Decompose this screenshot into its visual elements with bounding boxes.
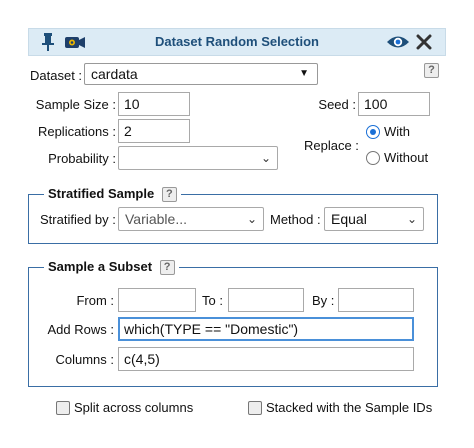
to-label: To : bbox=[202, 293, 223, 308]
seed-label: Seed : bbox=[318, 97, 356, 112]
dataset-label: Dataset : bbox=[30, 68, 83, 83]
subset-legend-text: Sample a Subset bbox=[48, 259, 153, 274]
chevron-down-icon: ⌄ bbox=[246, 212, 257, 226]
replace-label: Replace : bbox=[304, 138, 359, 153]
columns-label: Columns : bbox=[55, 352, 114, 367]
method-select[interactable]: Equal ⌄ bbox=[324, 207, 424, 231]
by-label: By : bbox=[312, 293, 335, 308]
method-value: Equal bbox=[331, 211, 367, 227]
replications-input[interactable]: 2 bbox=[118, 119, 190, 143]
subset-help-icon[interactable]: ? bbox=[159, 260, 175, 276]
from-label: From : bbox=[76, 293, 114, 308]
replace-with-label[interactable]: With bbox=[384, 124, 410, 139]
add-rows-label: Add Rows : bbox=[47, 322, 114, 337]
sample-size-input[interactable]: 10 bbox=[118, 92, 190, 116]
columns-input[interactable]: c(4,5) bbox=[118, 347, 414, 371]
from-input[interactable] bbox=[118, 288, 196, 312]
chevron-down-icon: ⌄ bbox=[406, 212, 417, 226]
replace-without-label[interactable]: Without bbox=[384, 150, 428, 165]
probability-select[interactable]: ⌄ bbox=[118, 146, 278, 170]
stratified-legend-text: Stratified Sample bbox=[48, 186, 155, 201]
stacked-label[interactable]: Stacked with the Sample IDs bbox=[266, 400, 432, 415]
probability-label: Probability : bbox=[48, 151, 116, 166]
add-rows-input[interactable]: which(TYPE == "Domestic") bbox=[118, 317, 414, 341]
stratified-by-label: Stratified by : bbox=[40, 212, 116, 227]
window-title: Dataset Random Selection bbox=[155, 34, 319, 49]
stratified-help-icon[interactable]: ? bbox=[161, 187, 177, 203]
eye-icon[interactable] bbox=[386, 34, 410, 50]
close-icon[interactable] bbox=[416, 34, 432, 50]
sample-size-label: Sample Size : bbox=[35, 97, 116, 112]
method-label: Method : bbox=[270, 212, 321, 227]
dataset-value: cardata bbox=[91, 66, 138, 82]
stratified-by-placeholder: Variable... bbox=[125, 211, 187, 227]
by-input[interactable] bbox=[338, 288, 414, 312]
dataset-help-icon[interactable]: ? bbox=[424, 63, 439, 78]
chevron-down-icon: ⌄ bbox=[260, 151, 271, 165]
dropdown-arrow-icon: ▼ bbox=[299, 68, 309, 79]
seed-input[interactable]: 100 bbox=[358, 92, 430, 116]
split-label[interactable]: Split across columns bbox=[74, 400, 193, 415]
stratified-by-select[interactable]: Variable... ⌄ bbox=[118, 207, 264, 231]
split-checkbox[interactable] bbox=[56, 401, 70, 415]
to-input[interactable] bbox=[228, 288, 304, 312]
replications-label: Replications : bbox=[37, 124, 116, 139]
replace-with-radio[interactable] bbox=[366, 125, 380, 139]
dataset-select[interactable]: cardata ▼ bbox=[84, 63, 318, 85]
stacked-checkbox[interactable] bbox=[248, 401, 262, 415]
stratified-legend: Stratified Sample ? bbox=[44, 186, 181, 203]
subset-legend: Sample a Subset ? bbox=[44, 259, 179, 276]
replace-without-radio[interactable] bbox=[366, 151, 380, 165]
